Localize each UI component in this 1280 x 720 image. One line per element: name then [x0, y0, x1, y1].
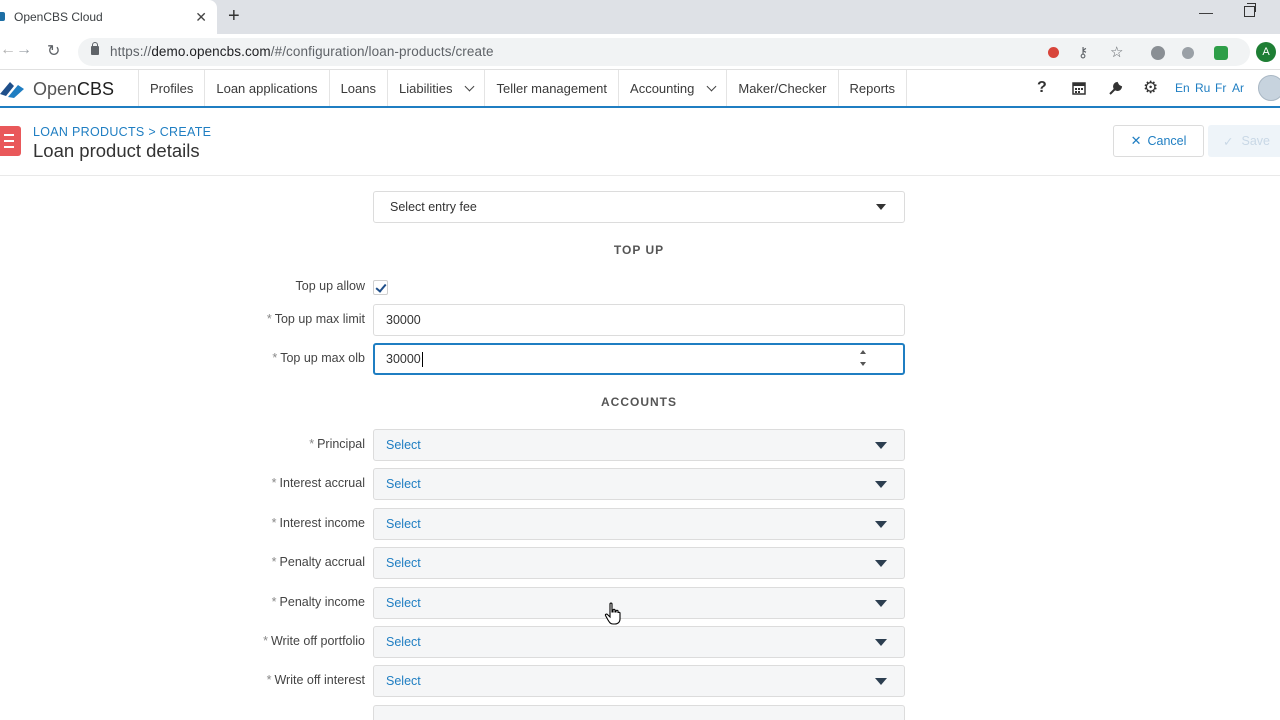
- caret-down-icon: [876, 204, 886, 210]
- menu-loan-applications[interactable]: Loan applications: [205, 70, 330, 106]
- calendar-icon[interactable]: [1072, 81, 1086, 95]
- shield-icon[interactable]: [1214, 46, 1228, 60]
- lang-fr[interactable]: Fr: [1215, 81, 1226, 95]
- star-icon[interactable]: ☆: [1110, 43, 1124, 61]
- favicon-icon: [0, 12, 5, 21]
- menu-maker-checker[interactable]: Maker/Checker: [727, 70, 839, 106]
- save-button[interactable]: ✓ Save: [1208, 125, 1280, 157]
- hand-pointer-icon: [604, 602, 621, 625]
- top-up-max-limit-label: * Top up max limit: [266, 312, 365, 326]
- skype-icon[interactable]: [1151, 46, 1165, 60]
- minimize-icon[interactable]: —: [1199, 4, 1213, 20]
- breadcrumb[interactable]: LOAN PRODUCTS > CREATE: [33, 125, 211, 139]
- number-spinner[interactable]: [857, 346, 871, 372]
- gear-icon[interactable]: ⚙: [1143, 78, 1158, 98]
- menu-teller-management[interactable]: Teller management: [485, 70, 620, 106]
- principal-label: * Principal: [309, 437, 365, 451]
- top-up-max-olb-input[interactable]: 30000: [373, 343, 905, 375]
- penalty-accrual-select[interactable]: Select: [373, 547, 905, 579]
- tab-close-icon[interactable]: ✕: [195, 8, 207, 26]
- next-account-select-partial[interactable]: [373, 705, 905, 720]
- restore-icon[interactable]: [1244, 3, 1256, 17]
- page-header: LOAN PRODUCTS > CREATE Loan product deta…: [0, 110, 1280, 176]
- spinner-down-icon[interactable]: [860, 362, 866, 366]
- user-avatar[interactable]: [1258, 75, 1280, 101]
- menu-reports[interactable]: Reports: [839, 70, 908, 106]
- lock-icon: [91, 42, 99, 55]
- blocked-icon[interactable]: [1048, 47, 1059, 58]
- menu-profiles[interactable]: Profiles: [138, 70, 206, 106]
- browser-toolbar: ← → ↻ https://demo.opencbs.com/#/configu…: [0, 34, 1280, 70]
- back-arrow-icon[interactable]: ←: [0, 41, 16, 59]
- penalty-income-select[interactable]: Select: [373, 587, 905, 619]
- browser-tab[interactable]: OpenCBS Cloud ✕: [0, 0, 217, 34]
- url-text: https://demo.opencbs.com/#/configuration…: [110, 44, 494, 59]
- section-title-accounts: ACCOUNTS: [601, 395, 677, 409]
- section-title-top-up: TOP UP: [613, 243, 665, 257]
- interest-accrual-label: * Interest accrual: [271, 476, 365, 490]
- top-up-allow-label: Top up allow: [295, 279, 366, 293]
- page-title: Loan product details: [33, 140, 200, 161]
- chevron-down-icon: [465, 81, 475, 91]
- interest-accrual-select[interactable]: Select: [373, 468, 905, 500]
- lang-ar[interactable]: Ar: [1232, 81, 1244, 95]
- cancel-button[interactable]: ✕ Cancel: [1113, 125, 1204, 157]
- forward-arrow-icon[interactable]: →: [16, 41, 32, 59]
- text-cursor: [421, 351, 423, 367]
- write-off-portfolio-select[interactable]: Select: [373, 626, 905, 658]
- caret-down-icon: [875, 600, 887, 607]
- top-up-allow-checkbox[interactable]: [373, 280, 388, 295]
- lang-en[interactable]: En: [1175, 81, 1190, 95]
- extension-icon[interactable]: [1182, 47, 1194, 59]
- interest-income-select[interactable]: Select: [373, 508, 905, 540]
- interest-income-label: * Interest income: [271, 516, 365, 530]
- close-icon: ✕: [1130, 133, 1142, 148]
- new-tab-icon[interactable]: +: [228, 5, 240, 27]
- principal-select[interactable]: Select: [373, 429, 905, 461]
- penalty-income-label: * Penalty income: [271, 595, 365, 609]
- main-menu: Profiles Loan applications Loans Liabili…: [138, 70, 908, 106]
- spinner-up-icon[interactable]: [860, 350, 866, 354]
- app-header: OpenCBS Profiles Loan applications Loans…: [0, 70, 1280, 108]
- app-logo[interactable]: OpenCBS: [33, 79, 114, 100]
- reload-icon[interactable]: ↻: [47, 41, 60, 61]
- lang-ru[interactable]: Ru: [1195, 81, 1210, 95]
- caret-down-icon: [875, 442, 887, 449]
- penalty-accrual-label: * Penalty accrual: [271, 555, 365, 569]
- write-off-interest-select[interactable]: Select: [373, 665, 905, 697]
- write-off-portfolio-label: * Write off portfolio: [263, 634, 365, 648]
- top-up-max-limit-input[interactable]: 30000: [373, 304, 905, 336]
- entry-fee-select[interactable]: Select entry fee: [373, 191, 905, 223]
- caret-down-icon: [875, 678, 887, 685]
- address-bar[interactable]: https://demo.opencbs.com/#/configuration…: [78, 38, 1250, 66]
- list-icon: [0, 126, 21, 156]
- menu-liabilities[interactable]: Liabilities: [388, 70, 486, 106]
- key-icon[interactable]: ⚷: [1078, 44, 1092, 60]
- wrench-icon[interactable]: [1108, 81, 1123, 96]
- tab-title: OpenCBS Cloud: [14, 10, 103, 24]
- caret-down-icon: [875, 481, 887, 488]
- opencbs-logo-icon: [0, 82, 24, 98]
- write-off-interest-label: * Write off interest: [266, 673, 365, 687]
- chevron-down-icon: [706, 81, 717, 91]
- profile-avatar[interactable]: A: [1256, 42, 1276, 62]
- browser-tabstrip: OpenCBS Cloud ✕ + —: [0, 0, 1280, 34]
- caret-down-icon: [875, 639, 887, 646]
- help-icon[interactable]: ?: [1037, 79, 1047, 97]
- menu-accounting[interactable]: Accounting: [619, 70, 728, 106]
- caret-down-icon: [875, 521, 887, 528]
- top-up-max-olb-label: * Top up max olb: [272, 351, 365, 365]
- caret-down-icon: [875, 560, 887, 567]
- menu-loans[interactable]: Loans: [330, 70, 388, 106]
- check-icon: ✓: [1223, 134, 1234, 149]
